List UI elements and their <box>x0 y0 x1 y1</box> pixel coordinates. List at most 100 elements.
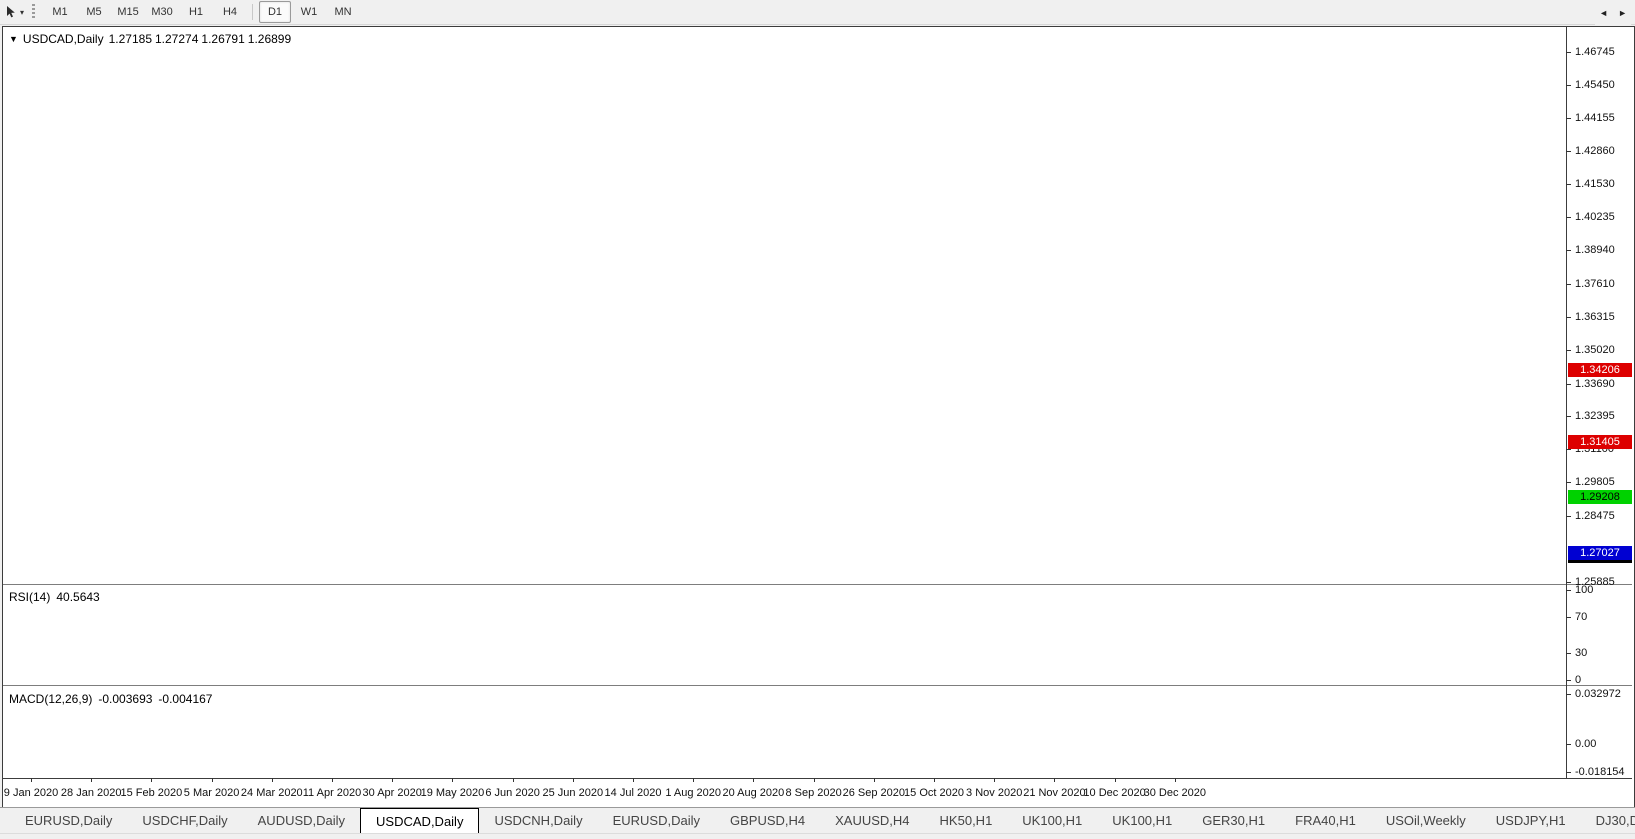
chart-tab-xauusd-h4[interactable]: XAUUSD,H4 <box>820 808 924 833</box>
chart-tab-uk100-h1[interactable]: UK100,H1 <box>1097 808 1187 833</box>
chart-tab-uk100-h1[interactable]: UK100,H1 <box>1007 808 1097 833</box>
toolbar-separator <box>252 4 254 20</box>
date-tick-mark <box>512 778 514 782</box>
date-label: 26 Sep 2020 <box>842 787 905 799</box>
date-tick-mark <box>1114 778 1116 782</box>
price-tick-label: 1.44155 <box>1575 112 1615 124</box>
date-label: 15 Feb 2020 <box>120 787 183 799</box>
tab-scroll-left-icon[interactable]: ◄ <box>1599 8 1608 18</box>
chart-tab-usoil-weekly[interactable]: USOil,Weekly <box>1371 808 1481 833</box>
chart-tab-dj30-daily[interactable]: DJ30,Daily <box>1581 808 1635 833</box>
date-label: 19 May 2020 <box>420 787 485 799</box>
axis-tick-mark <box>1566 250 1571 251</box>
time-axis-border <box>3 778 1632 779</box>
chart-tab-fra40-h1[interactable]: FRA40,H1 <box>1280 808 1371 833</box>
price-tick-label: 1.29805 <box>1575 476 1615 488</box>
pane-separator[interactable] <box>3 685 1632 686</box>
rsi-tick-label: 30 <box>1575 647 1588 659</box>
timeframe-button-m30[interactable]: M30 <box>146 1 178 23</box>
chart-tool-button[interactable]: ▾ <box>0 5 30 19</box>
date-label: 1 Aug 2020 <box>665 787 722 799</box>
collapse-triangle-icon[interactable]: ▼ <box>9 34 18 44</box>
chart-tab-ger30-h1[interactable]: GER30,H1 <box>1187 808 1280 833</box>
date-label: 6 Jun 2020 <box>485 787 540 799</box>
macd-name: MACD(12,26,9) <box>9 692 93 706</box>
macd-signal-value: -0.004167 <box>158 692 213 706</box>
axis-tick-mark <box>1566 416 1571 417</box>
macd-label: MACD(12,26,9) -0.003693 -0.004167 <box>9 692 212 706</box>
toolbar-grip[interactable] <box>32 4 36 20</box>
axis-tick-mark <box>1566 350 1571 351</box>
ohlc-high: 1.27274 <box>155 32 199 46</box>
date-tick-mark <box>151 778 153 782</box>
date-tick-mark <box>753 778 755 782</box>
price-tick-label: 1.36315 <box>1575 311 1615 323</box>
price-tick-label: 1.35020 <box>1575 344 1615 356</box>
axis-tick-mark <box>1566 384 1571 385</box>
chart-tab-eurusd-daily[interactable]: EURUSD,Daily <box>598 808 715 833</box>
status-bar <box>0 833 1635 839</box>
chart-tab-usdcad-daily[interactable]: USDCAD,Daily <box>360 808 480 833</box>
macd-main-value: -0.003693 <box>98 692 153 706</box>
date-label: 9 Jan 2020 <box>3 787 59 799</box>
date-tick-mark <box>452 778 454 782</box>
axis-tick-mark <box>1566 694 1571 695</box>
ohlc-close: 1.26899 <box>247 32 292 46</box>
rsi-value: 40.5643 <box>56 590 100 604</box>
rsi-tick-label: 100 <box>1575 584 1594 596</box>
rsi-pane[interactable] <box>3 586 1565 685</box>
pane-separator[interactable] <box>3 584 1632 585</box>
timeframe-button-d1[interactable]: D1 <box>259 1 292 23</box>
rsi-label: RSI(14) 40.5643 <box>9 590 100 604</box>
date-tick-mark <box>572 778 574 782</box>
price-tick-label: 1.40235 <box>1575 211 1615 223</box>
rsi-tick-label: 70 <box>1575 611 1588 623</box>
main-price-chart[interactable] <box>3 27 1565 584</box>
date-label: 20 Aug 2020 <box>722 787 785 799</box>
axis-tick-mark <box>1566 516 1571 517</box>
date-label: 30 Dec 2020 <box>1143 787 1206 799</box>
chart-tab-usdcnh-daily[interactable]: USDCNH,Daily <box>479 808 597 833</box>
hline-price-badge: 1.27027 <box>1568 546 1632 560</box>
timeframe-button-h1[interactable]: H1 <box>180 1 212 23</box>
date-label: 28 Jan 2020 <box>60 787 122 799</box>
timeframe-buttons: M1 M5 M15 M30 H1 H4 D1 W1 MN <box>43 1 360 23</box>
macd-tick-label: -0.018154 <box>1575 766 1625 778</box>
price-tick-label: 1.33690 <box>1575 378 1615 390</box>
price-tick-label: 1.38940 <box>1575 244 1615 256</box>
axis-tick-mark <box>1566 680 1571 681</box>
price-tick-label: 1.45450 <box>1575 79 1615 91</box>
price-tick-label: 1.28475 <box>1575 510 1615 522</box>
ohlc-open: 1.27185 <box>108 32 152 46</box>
chart-tab-gbpusd-h4[interactable]: GBPUSD,H4 <box>715 808 820 833</box>
timeframe-button-m15[interactable]: M15 <box>112 1 144 23</box>
timeframe-button-h4[interactable]: H4 <box>214 1 246 23</box>
timeframe-button-m5[interactable]: M5 <box>78 1 110 23</box>
chart-tab-usdchf-daily[interactable]: USDCHF,Daily <box>127 808 242 833</box>
axis-tick-mark <box>1566 449 1571 450</box>
price-tick-label: 1.46745 <box>1575 46 1615 58</box>
chart-tab-usdjpy-h1[interactable]: USDJPY,H1 <box>1481 808 1581 833</box>
chart-content: ▼ USDCAD,Daily 1.27185 1.27274 1.26791 1… <box>3 27 1632 805</box>
date-tick-mark <box>1054 778 1056 782</box>
hline-price-badge: 1.34206 <box>1568 363 1632 377</box>
date-tick-mark <box>91 778 93 782</box>
symbol-period-label: USDCAD,Daily <box>22 32 104 46</box>
chart-tab-eurusd-daily[interactable]: EURUSD,Daily <box>10 808 127 833</box>
tool-dropdown-caret-icon[interactable]: ▾ <box>20 8 24 17</box>
date-tick-mark <box>211 778 213 782</box>
timeframe-button-m1[interactable]: M1 <box>44 1 76 23</box>
chart-tab-hk50-h1[interactable]: HK50,H1 <box>925 808 1008 833</box>
tab-scroll-right-icon[interactable]: ► <box>1618 8 1627 18</box>
date-tick-mark <box>934 778 935 782</box>
price-tick-label: 1.32395 <box>1575 410 1615 422</box>
macd-tick-label: 0.00 <box>1575 738 1597 750</box>
timeframe-button-w1[interactable]: W1 <box>293 1 325 23</box>
timeframe-button-mn[interactable]: MN <box>327 1 359 23</box>
chart-tab-audusd-daily[interactable]: AUDUSD,Daily <box>243 808 360 833</box>
axis-tick-mark <box>1566 184 1571 185</box>
macd-pane[interactable] <box>3 687 1565 777</box>
rsi-name: RSI(14) <box>9 590 51 604</box>
price-tick-label: 1.41530 <box>1575 178 1615 190</box>
date-tick-mark <box>1174 778 1176 782</box>
